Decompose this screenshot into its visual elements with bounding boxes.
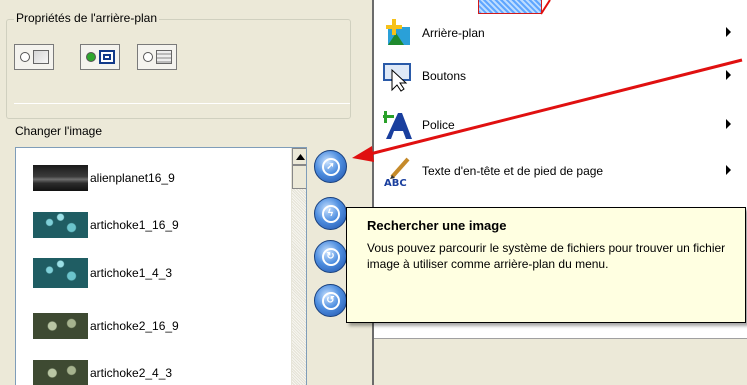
menu-item-background[interactable]: Arrière-plan — [382, 16, 747, 50]
image-thumbnail — [33, 165, 88, 191]
menu-item-label: Texte d'en-tête et de pied de page — [422, 164, 604, 178]
tooltip-body: Vous pouvez parcourir le système de fich… — [367, 241, 726, 271]
font-icon — [382, 109, 414, 141]
bg-mode-none-button[interactable] — [14, 44, 54, 70]
menu-item-font[interactable]: Police — [382, 108, 747, 142]
rotate-icon: ↻ — [321, 247, 340, 266]
menu-item-buttons[interactable]: Boutons — [382, 59, 747, 93]
separator — [14, 103, 350, 104]
menu-item-label: Boutons — [422, 69, 467, 83]
menu-item-label: Arrière-plan — [422, 26, 485, 40]
list-scrollbar[interactable] — [291, 148, 306, 385]
image-name: artichoke2_4_3 — [90, 366, 173, 380]
group-title: Propriétés de l'arrière-plan — [14, 11, 160, 25]
list-item[interactable]: alienplanet16_9 — [33, 163, 175, 193]
image-background-icon — [98, 50, 115, 64]
no-background-icon — [32, 50, 49, 64]
scroll-up-button[interactable] — [292, 148, 306, 165]
refresh-image-button[interactable]: ϟ — [314, 197, 347, 230]
reset-image-button[interactable]: ↺ — [314, 284, 347, 317]
svg-text:ABC: ABC — [384, 178, 407, 187]
menu-footer-area — [374, 338, 747, 385]
tooltip-title: Rechercher une image — [367, 218, 507, 233]
image-thumbnail — [33, 360, 88, 385]
submenu-arrow-icon — [726, 27, 731, 37]
radio-icon — [142, 52, 153, 62]
menu-item-label: Police — [422, 118, 455, 132]
image-name: artichoke2_16_9 — [90, 319, 179, 333]
buttons-icon — [382, 60, 414, 92]
background-properties-group — [6, 19, 351, 119]
header-footer-icon: ABC — [382, 155, 414, 189]
background-icon — [382, 17, 414, 49]
bg-mode-pattern-button[interactable] — [137, 44, 177, 70]
radio-selected-icon — [85, 52, 96, 62]
image-thumbnail — [33, 258, 88, 288]
reset-icon: ↺ — [321, 291, 340, 310]
background-properties-panel: Propriétés de l'arrière-plan Changer l'i… — [0, 0, 372, 385]
browse-icon: ➚ — [321, 157, 340, 176]
arrow-up-icon — [296, 153, 305, 160]
lightning-icon: ϟ — [321, 204, 340, 223]
list-item[interactable]: artichoke1_4_3 — [33, 258, 172, 288]
image-name: alienplanet16_9 — [90, 171, 175, 185]
browse-image-button[interactable]: ➚ — [314, 150, 347, 183]
scroll-track[interactable] — [292, 189, 306, 385]
image-thumbnail — [33, 313, 88, 339]
list-item[interactable]: artichoke1_16_9 — [33, 210, 179, 240]
scroll-thumb[interactable] — [292, 165, 306, 189]
submenu-arrow-icon — [726, 119, 731, 129]
image-list[interactable]: alienplanet16_9 artichoke1_16_9 artichok… — [15, 147, 307, 385]
menu-item-header-footer[interactable]: ABC Texte d'en-tête et de pied de page — [382, 154, 747, 189]
bg-mode-image-button[interactable] — [80, 44, 120, 70]
image-thumbnail — [33, 212, 88, 238]
change-image-label: Changer l'image — [15, 124, 103, 138]
list-item[interactable]: artichoke2_16_9 — [33, 311, 179, 341]
submenu-arrow-icon — [726, 70, 731, 80]
pattern-background-icon — [155, 50, 172, 64]
submenu-arrow-icon — [726, 165, 731, 175]
list-item[interactable]: artichoke2_4_3 — [33, 358, 172, 385]
image-name: artichoke1_4_3 — [90, 266, 173, 280]
context-menu: Arrière-plan Boutons Police ABC Texte d'… — [372, 0, 747, 385]
image-name: artichoke1_16_9 — [90, 218, 179, 232]
radio-icon — [19, 52, 30, 62]
rotate-image-button[interactable]: ↻ — [314, 240, 347, 273]
tooltip: Rechercher une image Vous pouvez parcour… — [346, 207, 746, 323]
annotation-badge — [478, 0, 542, 14]
